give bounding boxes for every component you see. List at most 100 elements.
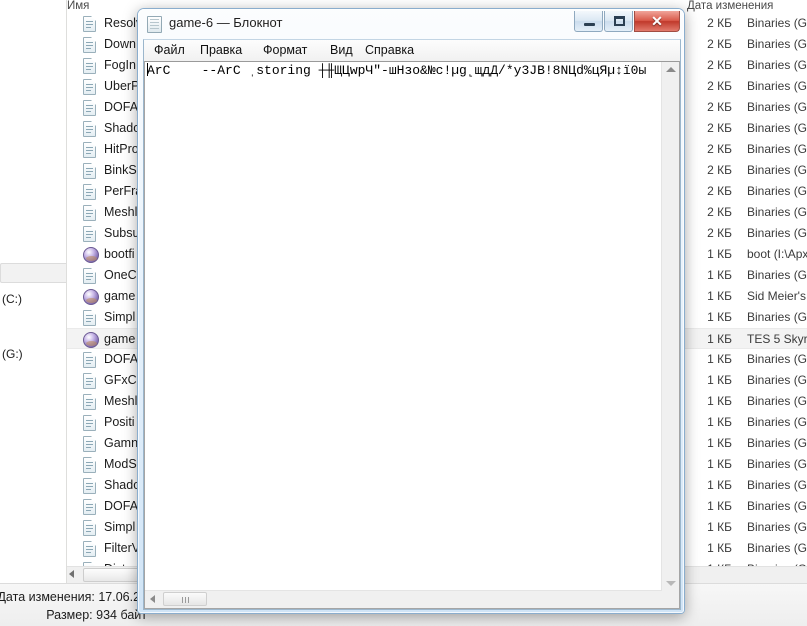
document-icon bbox=[83, 478, 96, 494]
file-size: 1 КБ bbox=[707, 352, 732, 366]
file-size: 1 КБ bbox=[707, 373, 732, 387]
file-name: OneC bbox=[104, 268, 137, 282]
minimize-button[interactable] bbox=[574, 11, 603, 32]
file-name: game bbox=[104, 332, 136, 346]
column-header-name[interactable]: Имя bbox=[67, 0, 89, 13]
sphere-icon bbox=[83, 332, 99, 348]
file-location: Binaries (G:\ bbox=[747, 541, 807, 555]
file-size: 1 КБ bbox=[707, 436, 732, 450]
sphere-icon bbox=[83, 247, 99, 263]
file-location: Sid Meier's C bbox=[747, 289, 807, 303]
file-location: Binaries (G:\ bbox=[747, 121, 807, 135]
file-location: Binaries (G:\ bbox=[747, 58, 807, 72]
document-icon bbox=[83, 436, 98, 452]
file-location: Binaries (G:\ bbox=[747, 163, 807, 177]
file-size: 1 КБ bbox=[707, 499, 732, 513]
notepad-title-bar[interactable]: game-6 — Блокнот ✕ bbox=[138, 9, 684, 39]
document-icon bbox=[83, 142, 98, 158]
file-name: Simpl bbox=[104, 310, 136, 324]
scroll-down-arrow-icon[interactable] bbox=[666, 581, 676, 586]
file-size: 2 КБ bbox=[707, 100, 732, 114]
menu-item-format[interactable]: Формат bbox=[257, 42, 313, 59]
notepad-horizontal-scrollbar[interactable] bbox=[145, 590, 662, 608]
document-icon bbox=[83, 58, 96, 74]
document-icon bbox=[83, 37, 96, 53]
maximize-button[interactable] bbox=[604, 11, 633, 32]
notepad-vertical-scrollbar[interactable] bbox=[661, 62, 679, 591]
file-name: FogIn bbox=[104, 58, 136, 72]
document-icon bbox=[83, 373, 98, 389]
nav-item-drive-c[interactable]: (C:) bbox=[0, 290, 66, 309]
file-size: 2 КБ bbox=[707, 163, 732, 177]
file-size: 1 КБ bbox=[707, 520, 732, 534]
file-size: 1 КБ bbox=[707, 332, 732, 346]
file-location: Binaries (G:\ bbox=[747, 478, 807, 492]
file-name: Meshl bbox=[104, 205, 138, 219]
menu-item-help[interactable]: Справка bbox=[359, 42, 420, 59]
file-size: 2 КБ bbox=[707, 142, 732, 156]
file-name: HitPro bbox=[104, 142, 139, 156]
file-location: Binaries (G:\ bbox=[747, 520, 807, 534]
document-text: ArC --ArC ˌstoring ┼╫ЩЦwpЧ"-шНзо&№c!µg˻щ… bbox=[147, 63, 646, 78]
file-location: TES 5 Skyrim bbox=[747, 332, 807, 346]
file-name: Positi bbox=[104, 415, 135, 429]
file-location: Binaries (G:\ bbox=[747, 16, 807, 30]
scroll-left-arrow-icon[interactable] bbox=[69, 570, 74, 578]
menu-item-view[interactable]: Вид bbox=[324, 42, 359, 59]
sphere-icon bbox=[83, 289, 99, 305]
scroll-left-arrow-icon[interactable] bbox=[150, 595, 155, 603]
column-header-date-modified[interactable]: Дата изменения bbox=[687, 0, 773, 13]
nav-item-drive-g[interactable]: (G:) bbox=[0, 345, 66, 364]
file-location: Binaries (G:\ bbox=[747, 184, 807, 198]
file-size: 2 КБ bbox=[707, 226, 732, 240]
file-size: 2 КБ bbox=[707, 184, 732, 198]
document-icon bbox=[83, 205, 96, 221]
notepad-editor[interactable]: ArC --ArC ˌstoring ┼╫ЩЦwpЧ"-шНзо&№c!µg˻щ… bbox=[144, 61, 680, 609]
file-size: 2 КБ bbox=[707, 121, 732, 135]
file-size: 1 КБ bbox=[707, 415, 732, 429]
file-name: Meshl bbox=[104, 394, 138, 408]
file-name: DOFA bbox=[104, 352, 139, 366]
document-icon bbox=[83, 37, 98, 53]
menu-item-file[interactable]: Файл bbox=[148, 42, 191, 59]
notepad-text-content[interactable]: ArC --ArC ˌstoring ┼╫ЩЦwpЧ"-шНзо&№c!µg˻щ… bbox=[145, 62, 646, 592]
document-icon bbox=[83, 394, 98, 410]
file-size: 2 КБ bbox=[707, 37, 732, 51]
scroll-up-arrow-icon[interactable] bbox=[666, 67, 676, 72]
nav-pane-selected-entry[interactable] bbox=[0, 263, 66, 283]
document-icon bbox=[83, 226, 96, 242]
menu-item-edit[interactable]: Правка bbox=[194, 42, 248, 59]
document-icon bbox=[83, 163, 98, 179]
close-button[interactable]: ✕ bbox=[634, 11, 680, 32]
file-size: 2 КБ bbox=[707, 79, 732, 93]
file-size: 1 КБ bbox=[707, 478, 732, 492]
notepad-client-area: Файл Правка Формат Вид Справка ArC --ArC… bbox=[143, 39, 681, 610]
file-location: Binaries (G:\ bbox=[747, 457, 807, 471]
document-icon bbox=[83, 16, 96, 32]
file-name: ModS bbox=[104, 457, 137, 471]
document-icon bbox=[83, 310, 96, 326]
document-icon bbox=[83, 121, 98, 137]
file-location: Binaries (G:\ bbox=[747, 226, 807, 240]
file-location: Binaries (G:\ bbox=[747, 394, 807, 408]
document-icon bbox=[83, 226, 98, 242]
resize-corner[interactable] bbox=[662, 591, 679, 608]
document-icon bbox=[83, 499, 98, 515]
file-size: 1 КБ bbox=[707, 289, 732, 303]
document-icon bbox=[83, 184, 96, 200]
window-title: game-6 — Блокнот bbox=[169, 15, 283, 30]
file-name: FilterV bbox=[104, 541, 141, 555]
file-size: 1 КБ bbox=[707, 268, 732, 282]
notepad-document-icon bbox=[147, 16, 162, 33]
file-location: Binaries (G:\ bbox=[747, 37, 807, 51]
document-icon bbox=[83, 205, 98, 221]
document-icon bbox=[83, 541, 98, 557]
file-location: Binaries (G:\ bbox=[747, 205, 807, 219]
notepad-hscroll-thumb[interactable] bbox=[163, 592, 207, 606]
navigation-pane: (C:) (G:) bbox=[0, 0, 67, 592]
notepad-menu-bar: Файл Правка Формат Вид Справка bbox=[144, 40, 680, 62]
document-icon bbox=[83, 16, 98, 32]
document-icon bbox=[83, 352, 98, 368]
minimize-icon bbox=[584, 23, 595, 26]
notepad-window[interactable]: game-6 — Блокнот ✕ Файл Правка Формат Ви… bbox=[137, 8, 685, 614]
